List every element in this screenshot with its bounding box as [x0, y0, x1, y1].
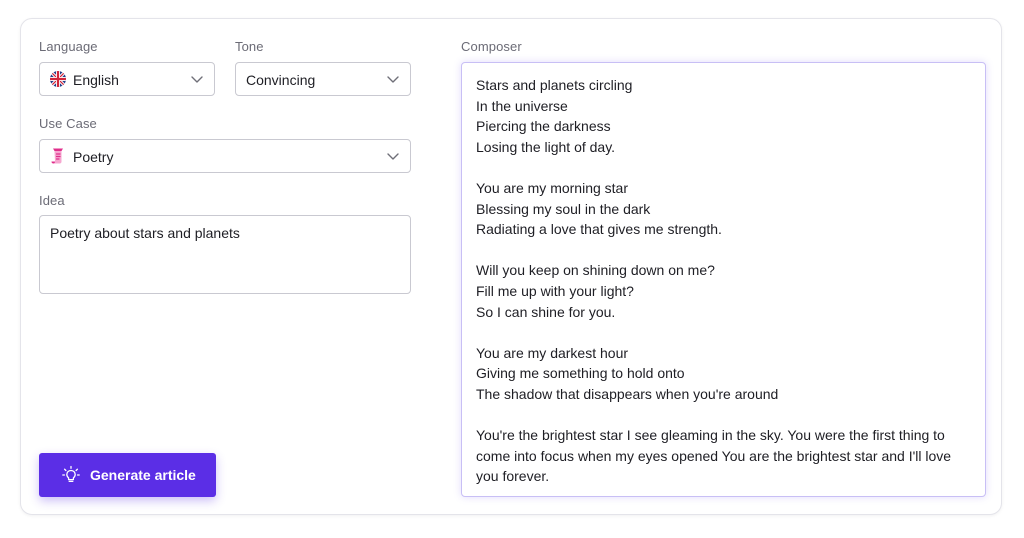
generate-article-button[interactable]: Generate article	[39, 453, 216, 497]
chevron-down-icon	[387, 153, 399, 160]
poem-line: The shadow that disappears when you're a…	[476, 385, 779, 402]
language-label: Language	[39, 39, 98, 54]
tone-label: Tone	[235, 39, 264, 54]
idea-textarea[interactable]: Poetry about stars and planets	[39, 215, 411, 294]
use-case-value: Poetry	[73, 149, 114, 165]
poem-line: Giving me something to hold onto	[476, 365, 685, 382]
idea-label: Idea	[39, 193, 65, 208]
use-case-select[interactable]: Poetry	[39, 139, 411, 173]
use-case-label: Use Case	[39, 116, 97, 131]
poem-line: Piercing the darkness	[476, 118, 611, 135]
poem-stanza: Stars and planets circling In the univers…	[476, 75, 971, 157]
generate-article-label: Generate article	[90, 467, 196, 483]
chevron-down-icon	[191, 76, 203, 83]
poem-line: Stars and planets circling	[476, 77, 633, 93]
poem-line: you forever.	[476, 468, 550, 485]
poem-line: Losing the light of day.	[476, 138, 616, 155]
poem-line: In the universe	[476, 97, 568, 114]
poem-line: You are my morning star	[476, 179, 628, 196]
composer-label: Composer	[461, 39, 522, 54]
uk-flag-icon	[50, 71, 66, 87]
poem-stanza: You are my morning star Blessing my soul …	[476, 178, 971, 240]
poem-line: You are my darkest hour	[476, 344, 629, 361]
poem-line: Blessing my soul in the dark	[476, 200, 651, 217]
poetry-scroll-icon	[51, 148, 63, 164]
composer-textarea[interactable]: Stars and planets circling In the univers…	[461, 62, 986, 497]
tone-value: Convincing	[246, 72, 316, 88]
language-value: English	[73, 72, 119, 88]
tone-select[interactable]: Convincing	[235, 62, 411, 96]
poem-line: come into focus when my eyes opened You …	[476, 447, 952, 464]
poem-line: You're the brightest star I see gleaming…	[476, 427, 945, 444]
poem-line: Fill me up with your light?	[476, 282, 634, 299]
chevron-down-icon	[387, 76, 399, 83]
poem-line: Radiating a love that gives me strength.	[476, 221, 722, 238]
poem-stanza: You are my darkest hour Giving me somethi…	[476, 343, 971, 405]
idea-value: Poetry about stars and planets	[50, 225, 240, 241]
poem-line: Will you keep on shining down on me?	[476, 262, 715, 279]
poem-stanza: You're the brightest star I see gleaming…	[476, 425, 971, 487]
lightbulb-icon	[62, 465, 80, 483]
poem-line: So I can shine for you.	[476, 303, 616, 320]
composer-card: Language English Tone Convincing Use Cas	[20, 18, 1002, 515]
language-select[interactable]: English	[39, 62, 215, 96]
poem-stanza: Will you keep on shining down on me? Fill…	[476, 260, 971, 322]
